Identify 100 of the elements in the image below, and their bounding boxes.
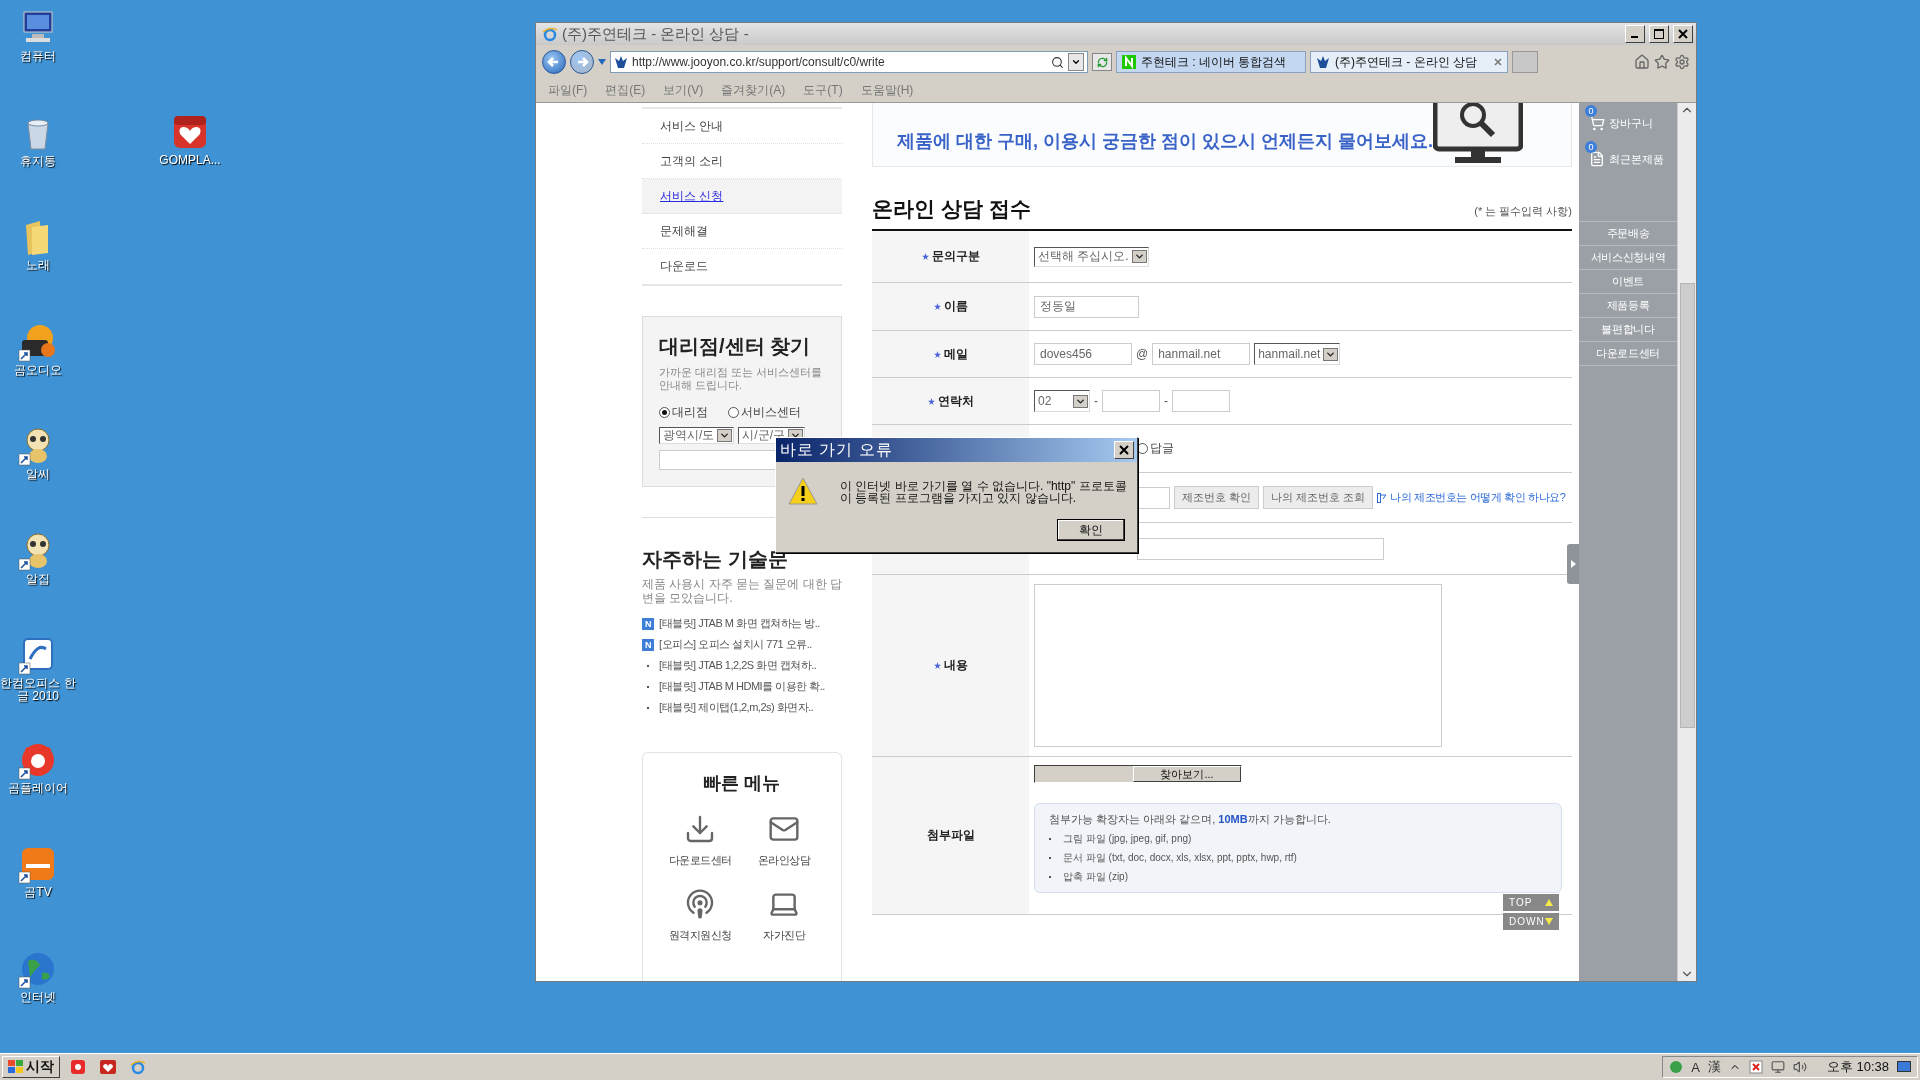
desktop-icon-label[interactable]: 휴지통 (20, 154, 56, 168)
faq-link[interactable]: [태블릿] 제이탭(1,2,m,2s) 화면자.. (642, 699, 842, 716)
settings-icon[interactable] (1674, 54, 1690, 70)
finder-description: 가까운 대리점 또는 서비스센터를 안내해 드립니다. (659, 366, 824, 392)
ime-indicator[interactable]: 漢 (1707, 1058, 1721, 1076)
phone-input[interactable] (1102, 390, 1160, 412)
desktop-icon-label[interactable]: 인터넷 (20, 990, 56, 1004)
close-tab-icon[interactable] (1494, 58, 1502, 66)
favorites-icon[interactable] (1654, 54, 1670, 70)
side-nav-item[interactable]: 서비스 신청 (642, 179, 842, 214)
close-icon[interactable] (1119, 445, 1129, 455)
desktop-icon-label[interactable]: GOMPLA... (159, 154, 221, 167)
serial-number-input[interactable] (1137, 486, 1170, 509)
scroll-button[interactable]: DOWN (1503, 913, 1559, 930)
scroll-button[interactable]: TOP (1503, 894, 1559, 911)
area-code-select[interactable]: 02 (1034, 390, 1090, 412)
radio-icon[interactable] (659, 407, 670, 418)
serial-button[interactable]: 나의 제조번호 조회 (1263, 486, 1374, 509)
address-dropdown[interactable] (1068, 53, 1084, 71)
new-badge: N (642, 617, 654, 630)
desktop-icon-label[interactable]: 알집 (26, 572, 50, 586)
faq-link[interactable]: [태블릿] JTAB 1,2,2S 화면 캡쳐하.. (642, 657, 842, 674)
show-desktop-icon[interactable] (1897, 1061, 1911, 1073)
scrollbar[interactable] (1677, 103, 1696, 981)
close-button[interactable] (1673, 25, 1693, 43)
region-select[interactable]: 광역시/도 (659, 427, 735, 444)
minimize-button[interactable] (1625, 25, 1645, 43)
faq-link[interactable]: N [태블릿] JTAB M 화면 캡쳐하는 방.. (642, 615, 842, 632)
at-sign: @ (1136, 347, 1149, 361)
desktop-icon-label[interactable]: 곰TV (24, 886, 52, 899)
new-badge: N (642, 638, 654, 651)
download-icon (684, 813, 716, 845)
finder-title: 대리점/센터 찾기 (659, 334, 812, 359)
desktop-icon-label[interactable]: 컴퓨터 (20, 50, 56, 63)
refresh-icon[interactable] (1096, 56, 1108, 68)
ime-indicator[interactable]: A (1691, 1059, 1700, 1075)
quick-menu-item[interactable]: 온라인상담 (757, 813, 811, 868)
desktop-icon-label[interactable]: 노래 (26, 259, 50, 272)
file-type-item: 문서 파일 (txt, doc, docx, xls, xlsx, ppt, pptx, hwp, rtf) (1049, 851, 1547, 865)
browse-button[interactable]: 찾아보기... (1133, 766, 1241, 782)
desktop-icon-label[interactable]: 알씨 (26, 468, 50, 481)
tray-app-icon[interactable] (1748, 1060, 1763, 1074)
network-icon[interactable] (1770, 1060, 1785, 1074)
dialog-message: 이 인터넷 바로 가기를 열 수 없습니다. "http" 프로토콜 이 등록된 프로그램을 가지고 있지 않습니다. (840, 478, 1127, 505)
dash-separator: - (1094, 394, 1098, 408)
close-button[interactable] (1114, 441, 1134, 459)
serial-button[interactable]: 제조번호 확인 (1174, 486, 1260, 509)
search-icon[interactable] (1051, 55, 1064, 69)
refresh-button[interactable] (1092, 53, 1112, 71)
phone-input[interactable] (1172, 390, 1230, 412)
required-note: (* 는 필수입력 사항) (1474, 204, 1572, 219)
back-arrow-icon[interactable] (547, 55, 561, 69)
quick-menu-title: 빠른 메뉴 (703, 772, 781, 795)
browser-tab[interactable]: 주현테크 : 네이버 통합검색 (1116, 51, 1306, 73)
window-title: (주)주연테크 - 온라인 상담 - (562, 24, 750, 44)
forward-button[interactable] (570, 50, 594, 74)
address-bar[interactable]: http://www.jooyon.co.kr/support/consult/c0/write (610, 51, 1088, 73)
close-icon[interactable] (1678, 29, 1688, 39)
maximize-button[interactable] (1649, 25, 1669, 43)
desktop-icon-label[interactable]: 곰오디오 (14, 363, 62, 377)
clock[interactable]: 오후 10:38 (1826, 1058, 1889, 1076)
start-button[interactable]: 시작 (2, 1056, 60, 1078)
windows-logo-icon (8, 1060, 24, 1074)
radio-option[interactable]: 대리점 (659, 404, 708, 421)
email-domain-select[interactable]: hanmail.net (1254, 343, 1341, 365)
right-triangle-icon[interactable] (1570, 560, 1576, 568)
email-domain-input[interactable]: hanmail.net (1152, 343, 1251, 365)
maximize-icon[interactable] (1654, 29, 1664, 39)
name-input[interactable]: 정동일 (1034, 295, 1139, 318)
collapse-tab[interactable] (1567, 544, 1579, 584)
ok-button[interactable]: 확인 (1057, 519, 1125, 541)
email-id-input[interactable]: doves456 (1034, 343, 1132, 365)
file-type-item: 압축 파일 (zip) (1049, 870, 1547, 884)
chevron-down-icon[interactable] (1071, 57, 1081, 67)
quick-menu-item[interactable]: 다운로드센터 (668, 813, 732, 868)
count-badge: 0 (1585, 141, 1597, 153)
up-triangle-icon (1545, 899, 1553, 906)
field-label: 첨부파일 (926, 827, 975, 844)
radio-option[interactable]: 서비스센터 (728, 404, 801, 421)
sidebar-shortcut[interactable]: 0 장바구니 (1579, 105, 1677, 141)
radio-icon[interactable] (728, 407, 739, 418)
quick-menu-item[interactable]: 원격지원신청 (668, 888, 732, 943)
inquiry-type-select[interactable]: 선택해 주십시오. (1034, 246, 1149, 267)
count-badge: 0 (1585, 105, 1597, 117)
quick-menu-item[interactable]: 자가진단 (763, 888, 805, 943)
desktop-icon-label[interactable]: 한컴오피스 한글 2010 (0, 677, 76, 703)
browser-tab[interactable]: (주)주연테크 - 온라인 상담 (1310, 51, 1508, 73)
sidebar-shortcut[interactable]: 0 최근본제품 (1579, 141, 1677, 177)
faq-link[interactable]: [태블릿] JTAB M HDMI를 이용한 확.. (642, 678, 842, 695)
volume-icon[interactable] (1792, 1060, 1807, 1074)
file-input[interactable]: 찾아보기... (1034, 765, 1242, 783)
text-input[interactable] (1137, 537, 1384, 560)
home-icon[interactable] (1634, 54, 1650, 70)
back-button[interactable] (542, 50, 566, 74)
desktop-icon-label[interactable]: 곰플레이어 (8, 781, 68, 795)
podcast-icon (684, 888, 716, 920)
scroll-thumb[interactable] (1679, 283, 1695, 728)
field-label: 연락처 (937, 392, 974, 410)
help-link[interactable]: 나의 제조번호는 어떻게 확인 하나요? (1377, 490, 1566, 505)
faq-link[interactable]: N [오피스] 오피스 설치시 771 오류.. (642, 636, 842, 653)
